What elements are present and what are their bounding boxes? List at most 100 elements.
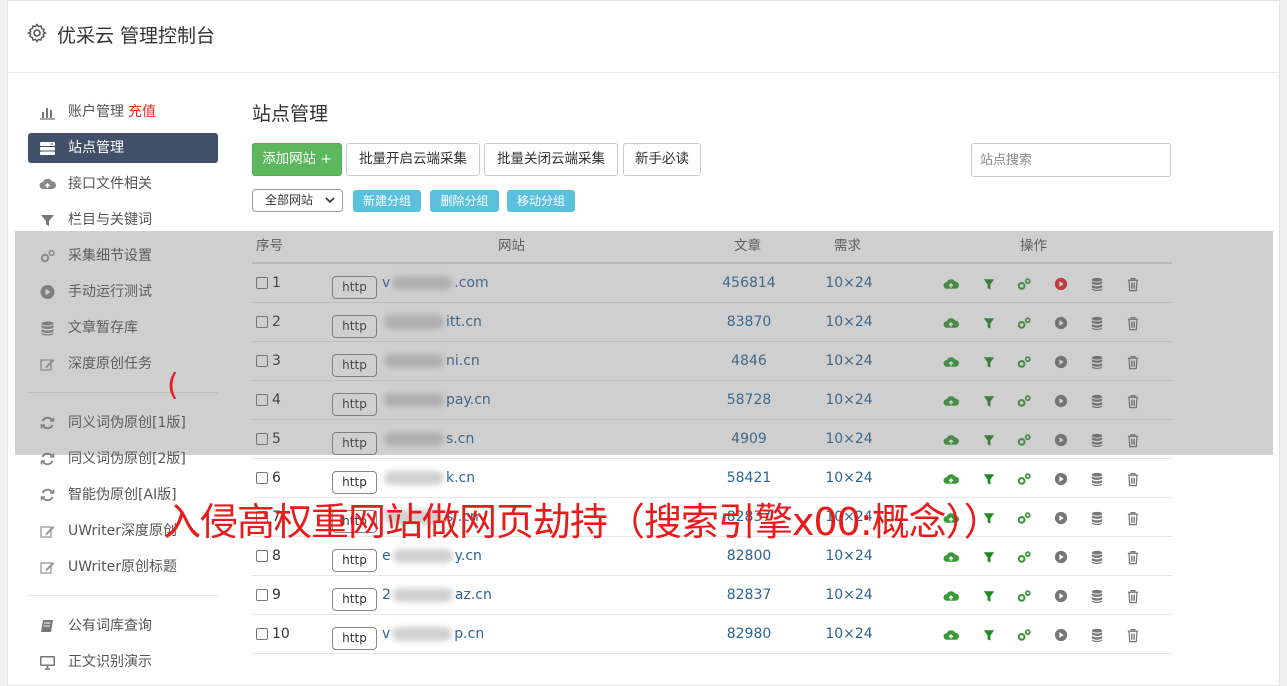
cloud-upload-op-icon[interactable] xyxy=(943,588,959,604)
recharge-link[interactable]: 充值 xyxy=(128,104,156,120)
row-checkbox[interactable] xyxy=(256,589,268,601)
group-select[interactable]: 全部网站 xyxy=(252,189,343,212)
trash-op-icon[interactable] xyxy=(1125,471,1141,487)
row-checkbox[interactable] xyxy=(256,550,268,562)
grey-overlay-band xyxy=(15,231,1273,455)
protocol-tag-wrap: http xyxy=(332,576,377,611)
trash-op-icon[interactable] xyxy=(1125,510,1141,526)
page-title: 站点管理 xyxy=(252,103,329,125)
site-url[interactable]: v p.cn xyxy=(382,615,642,653)
gear-icon xyxy=(27,23,47,43)
table-row: 10 http v p.cn 82980 10×24 xyxy=(252,615,1172,654)
main-content: 站点管理 添加网站 + 批量开启云端采集 批量关闭云端采集 新手必读 全部网站 … xyxy=(252,99,1174,654)
cloud-upload-icon xyxy=(39,178,56,189)
cloud-upload-op-icon[interactable] xyxy=(943,471,959,487)
sidebar-item-2[interactable]: 接口文件相关 xyxy=(28,166,218,202)
edit-icon xyxy=(40,562,55,574)
sidebar-item-label: UWriter原创标题 xyxy=(68,559,177,575)
sidebar-item-label: 站点管理 xyxy=(68,140,124,156)
top-bar: 优采云 管理控制台 xyxy=(8,1,1279,73)
site-suffix: p.cn xyxy=(454,626,485,642)
enable-cloud-collect-button[interactable]: 批量开启云端采集 xyxy=(346,143,480,176)
database-op-icon[interactable] xyxy=(1089,588,1105,604)
database-op-icon[interactable] xyxy=(1089,549,1105,565)
sidebar-item-label: 智能伪原创[AI版] xyxy=(68,487,177,503)
bar-chart-icon xyxy=(40,108,55,120)
sidebar-item2-4[interactable]: UWriter原创标题 xyxy=(28,549,218,585)
sidebar-item-label: 接口文件相关 xyxy=(68,176,152,192)
sidebar-item3-0[interactable]: 公有词库查询 xyxy=(28,608,218,644)
protocol-tag: http xyxy=(332,627,377,650)
filter-op-icon[interactable] xyxy=(981,627,997,643)
site-search-input[interactable] xyxy=(971,143,1171,177)
protocol-tag: http xyxy=(332,588,377,611)
chevron-down-icon xyxy=(325,197,335,204)
sidebar-item-1[interactable]: 站点管理 xyxy=(28,133,218,163)
filter-icon xyxy=(41,215,54,226)
cloud-upload-op-icon[interactable] xyxy=(943,549,959,565)
filter-op-icon[interactable] xyxy=(981,549,997,565)
sidebar-item-label: 公有词库查询 xyxy=(68,618,152,634)
monitor-icon xyxy=(40,656,55,670)
cloud-upload-op-icon[interactable] xyxy=(943,627,959,643)
row-checkbox[interactable] xyxy=(256,628,268,640)
article-count[interactable]: 82837 xyxy=(709,576,789,614)
trash-op-icon[interactable] xyxy=(1125,588,1141,604)
article-count[interactable]: 82980 xyxy=(709,615,789,653)
sidebar-divider xyxy=(28,595,218,596)
database-op-icon[interactable] xyxy=(1089,471,1105,487)
play-op-icon[interactable] xyxy=(1053,627,1069,643)
play-op-icon[interactable] xyxy=(1053,471,1069,487)
redacted-blur xyxy=(392,627,453,641)
sidebar-item-label: 正文识别演示 xyxy=(68,654,152,670)
redacted-blur xyxy=(392,549,453,563)
row-number: 10 xyxy=(272,626,290,642)
watermark-paren: ( xyxy=(167,368,179,403)
site-url[interactable]: 2 az.cn xyxy=(382,576,642,614)
table-row: 9 http 2 az.cn 82837 10×24 xyxy=(252,576,1172,615)
refresh-icon xyxy=(40,488,55,502)
gears-op-icon[interactable] xyxy=(1016,627,1032,643)
server-icon xyxy=(40,142,55,155)
book-icon xyxy=(41,620,53,632)
play-op-icon[interactable] xyxy=(1053,510,1069,526)
move-group-button[interactable]: 移动分组 xyxy=(507,190,575,212)
gears-op-icon[interactable] xyxy=(1016,510,1032,526)
row-select[interactable]: 9 xyxy=(256,576,316,614)
site-prefix: v xyxy=(382,626,391,642)
page-header-title: 优采云 管理控制台 xyxy=(57,25,216,47)
protocol-tag-wrap: http xyxy=(332,459,377,494)
sidebar-item-label: 栏目与关键词 xyxy=(68,212,152,228)
filter-op-icon[interactable] xyxy=(981,588,997,604)
protocol-tag-wrap: http xyxy=(332,615,377,650)
new-group-button[interactable]: 新建分组 xyxy=(353,190,421,212)
protocol-tag: http xyxy=(332,549,377,572)
database-op-icon[interactable] xyxy=(1089,627,1105,643)
group-bar: 全部网站 新建分组 删除分组 移动分组 xyxy=(252,189,1174,213)
row-checkbox[interactable] xyxy=(256,472,268,484)
edit-icon xyxy=(40,526,55,538)
trash-op-icon[interactable] xyxy=(1125,627,1141,643)
sidebar-item-label: 账户管理 xyxy=(68,104,124,120)
trash-op-icon[interactable] xyxy=(1125,549,1141,565)
sidebar-item3-1[interactable]: 正文识别演示 xyxy=(28,644,218,680)
gears-op-icon[interactable] xyxy=(1016,549,1032,565)
gears-op-icon[interactable] xyxy=(1016,588,1032,604)
play-op-icon[interactable] xyxy=(1053,588,1069,604)
row-select[interactable]: 10 xyxy=(256,615,316,653)
disable-cloud-collect-button[interactable]: 批量关闭云端采集 xyxy=(484,143,618,176)
beginner-guide-button[interactable]: 新手必读 xyxy=(623,143,701,176)
filter-op-icon[interactable] xyxy=(981,471,997,487)
delete-group-button[interactable]: 删除分组 xyxy=(430,190,499,212)
sidebar-item-0[interactable]: 账户管理 充值 xyxy=(28,94,218,130)
redacted-blur xyxy=(392,588,453,602)
add-site-button[interactable]: 添加网站 + xyxy=(252,143,342,176)
demand-value[interactable]: 10×24 xyxy=(814,615,884,653)
toolbar: 添加网站 + 批量开启云端采集 批量关闭云端采集 新手必读 xyxy=(252,143,1174,177)
demand-value[interactable]: 10×24 xyxy=(814,576,884,614)
play-op-icon[interactable] xyxy=(1053,549,1069,565)
site-suffix: k.cn xyxy=(446,470,476,486)
group-select-value: 全部网站 xyxy=(265,193,314,207)
gears-op-icon[interactable] xyxy=(1016,471,1032,487)
database-op-icon[interactable] xyxy=(1089,510,1105,526)
